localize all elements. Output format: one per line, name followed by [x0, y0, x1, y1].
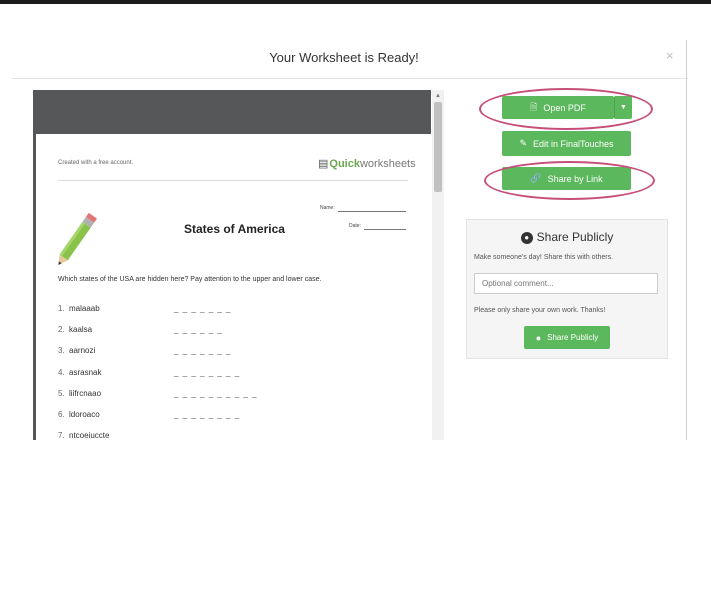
- edit-label: Edit in FinalTouches: [533, 138, 614, 149]
- pencil-icon: ✎: [519, 138, 527, 148]
- word-item: 6. ldoroaco _ _ _ _ _ _ _ _: [58, 410, 241, 419]
- edit-in-finaltouches-button[interactable]: ✎ Edit in FinalTouches: [502, 131, 631, 156]
- globe-icon: ●: [520, 231, 533, 244]
- share-panel-subtitle: Make someone's day! Share this with othe…: [474, 254, 614, 261]
- highlight-oval-open-pdf: [479, 88, 653, 130]
- name-label: Name:: [320, 205, 335, 211]
- modal-right-edge: [686, 40, 687, 440]
- word-item: 3. aarnozi _ _ _ _ _ _ _: [58, 346, 232, 355]
- highlight-oval-share-link: [484, 161, 655, 200]
- word-item: 2. kaalsa _ _ _ _ _ _: [58, 325, 223, 334]
- worksheet-page: Created with a free account. ▤Quickworks…: [36, 134, 431, 440]
- top-border: [0, 0, 711, 4]
- quickworksheets-logo: ▤Quickworksheets: [318, 158, 416, 170]
- header-divider: [12, 78, 688, 79]
- word-item: 1. malaaab _ _ _ _ _ _ _: [58, 304, 232, 313]
- word-item: 7. ntcoeiuccte: [58, 431, 110, 440]
- globe-icon: ●: [535, 332, 542, 343]
- worksheet-title: States of America: [184, 222, 285, 236]
- comment-input[interactable]: [474, 273, 658, 294]
- created-with-note: Created with a free account.: [58, 160, 134, 166]
- sheet-divider: [58, 180, 408, 181]
- worksheet-instructions: Which states of the USA are hidden here?…: [58, 276, 322, 283]
- close-icon[interactable]: ×: [666, 48, 674, 63]
- share-panel-title: ● Share Publicly: [467, 230, 667, 244]
- pencil-icon: [58, 212, 98, 265]
- share-publicly-button[interactable]: ● Share Publicly: [524, 326, 610, 349]
- scroll-up-icon[interactable]: ▲: [435, 93, 441, 99]
- share-publicly-label: Share Publicly: [547, 333, 599, 342]
- scroll-thumb[interactable]: [434, 102, 442, 192]
- name-line: [338, 211, 406, 212]
- modal-title: Your Worksheet is Ready!: [269, 50, 419, 65]
- date-label: Date:: [349, 223, 361, 229]
- share-publicly-panel: ● Share Publicly Make someone's day! Shar…: [466, 219, 668, 359]
- document-icon: ▤: [318, 158, 329, 170]
- share-panel-note: Please only share your own work. Thanks!: [474, 307, 606, 314]
- word-item: 5. liifrcnaao _ _ _ _ _ _ _ _ _ _: [58, 389, 258, 398]
- preview-scrollbar[interactable]: ▲: [432, 90, 444, 440]
- word-item: 4. asrasnak _ _ _ _ _ _ _ _: [58, 368, 241, 377]
- date-line: [364, 229, 406, 230]
